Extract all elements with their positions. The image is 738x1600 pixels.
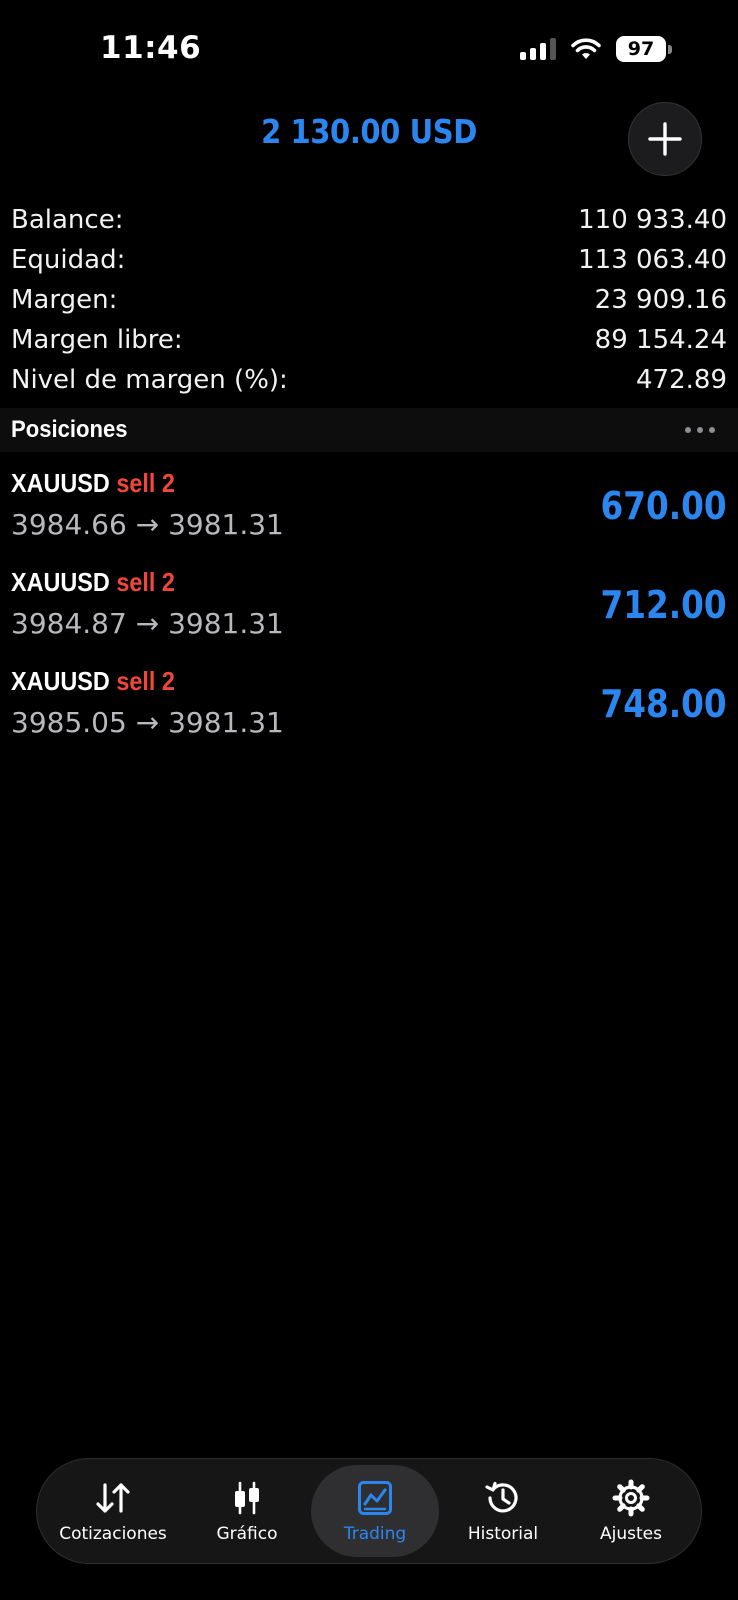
history-icon xyxy=(483,1478,523,1518)
cellular-signal-icon xyxy=(520,38,556,60)
position-side: sell 2 xyxy=(116,567,175,597)
trading-chart-icon xyxy=(355,1478,395,1518)
summary-row-margin-level: Nivel de margen (%): 472.89 xyxy=(0,360,738,400)
summary-value: 89 154.24 xyxy=(594,325,727,355)
add-order-button[interactable] xyxy=(628,102,702,176)
arrow-right-icon: → xyxy=(135,607,160,640)
position-profit: 670.00 xyxy=(600,484,727,528)
tab-label: Gráfico xyxy=(216,1524,278,1544)
tab-label: Cotizaciones xyxy=(59,1524,167,1544)
summary-label: Balance: xyxy=(11,205,124,235)
summary-label: Nivel de margen (%): xyxy=(11,365,288,395)
tab-grafico[interactable]: Gráfico xyxy=(183,1465,311,1557)
account-summary: Balance: 110 933.40 Equidad: 113 063.40 … xyxy=(0,200,738,400)
position-prices: 3984.66 → 3981.31 xyxy=(11,508,284,541)
summary-value: 472.89 xyxy=(636,365,727,395)
summary-label: Margen libre: xyxy=(11,325,183,355)
current-price: 3981.31 xyxy=(168,706,284,739)
position-prices: 3984.87 → 3981.31 xyxy=(11,607,284,640)
positions-section-header: Posiciones xyxy=(0,408,738,452)
position-symbol: XAUUSD xyxy=(11,468,110,498)
tab-historial[interactable]: Historial xyxy=(439,1465,567,1557)
tab-label: Ajustes xyxy=(600,1524,662,1544)
current-price: 3981.31 xyxy=(168,508,284,541)
tab-cotizaciones[interactable]: Cotizaciones xyxy=(43,1465,183,1557)
tab-label: Trading xyxy=(343,1524,407,1544)
wifi-icon xyxy=(571,38,601,59)
tab-label: Historial xyxy=(467,1524,539,1544)
summary-row-balance: Balance: 110 933.40 xyxy=(0,200,738,240)
battery-level: 97 xyxy=(616,36,666,62)
arrow-right-icon: → xyxy=(135,706,160,739)
status-time: 11:46 xyxy=(100,30,202,66)
summary-label: Equidad: xyxy=(11,245,126,275)
position-side: sell 2 xyxy=(116,666,175,696)
tab-ajustes[interactable]: Ajustes xyxy=(567,1465,695,1557)
position-row[interactable]: XAUUSD sell 2 3984.87 → 3981.31 712.00 xyxy=(0,559,738,658)
open-price: 3984.87 xyxy=(11,607,127,640)
candlestick-icon xyxy=(227,1478,267,1518)
battery-icon: 97 xyxy=(616,36,672,62)
total-profit: 2 130.00 USD xyxy=(261,112,477,151)
position-symbol: XAUUSD xyxy=(11,666,110,696)
positions-list: XAUUSD sell 2 3984.66 → 3981.31 670.00 X… xyxy=(0,460,738,757)
position-symbol: XAUUSD xyxy=(11,567,110,597)
position-profit: 748.00 xyxy=(600,682,727,726)
gear-icon xyxy=(611,1478,651,1518)
position-row[interactable]: XAUUSD sell 2 3985.05 → 3981.31 748.00 xyxy=(0,658,738,757)
position-row[interactable]: XAUUSD sell 2 3984.66 → 3981.31 670.00 xyxy=(0,460,738,559)
summary-row-margin: Margen: 23 909.16 xyxy=(0,280,738,320)
status-bar: 11:46 97 xyxy=(0,0,738,100)
arrow-right-icon: → xyxy=(135,508,160,541)
plus-icon xyxy=(648,122,682,156)
current-price: 3981.31 xyxy=(168,607,284,640)
position-prices: 3985.05 → 3981.31 xyxy=(11,706,284,739)
summary-value: 23 909.16 xyxy=(594,285,727,315)
tab-bar: Cotizaciones Gráfico Trading Historial A… xyxy=(36,1458,702,1564)
section-title: Posiciones xyxy=(11,416,128,443)
arrows-up-down-icon xyxy=(93,1478,133,1518)
tab-trading[interactable]: Trading xyxy=(311,1465,439,1557)
status-icons: 97 xyxy=(520,36,672,62)
summary-label: Margen: xyxy=(11,285,118,315)
summary-row-free-margin: Margen libre: 89 154.24 xyxy=(0,320,738,360)
position-side: sell 2 xyxy=(116,468,175,498)
open-price: 3984.66 xyxy=(11,508,127,541)
summary-value: 113 063.40 xyxy=(578,245,727,275)
position-profit: 712.00 xyxy=(600,583,727,627)
summary-value: 110 933.40 xyxy=(578,205,727,235)
open-price: 3985.05 xyxy=(11,706,127,739)
more-options-icon[interactable] xyxy=(685,427,727,433)
summary-row-equity: Equidad: 113 063.40 xyxy=(0,240,738,280)
